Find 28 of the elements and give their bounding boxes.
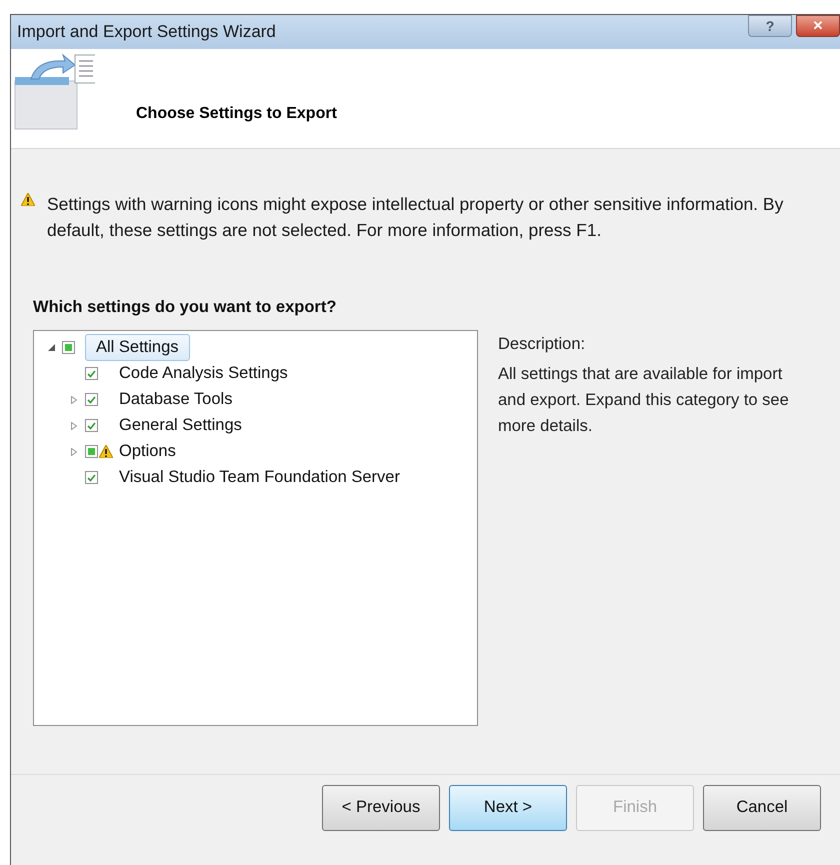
warning-message: Settings with warning icons might expose intellectual property or other sensitive information. By default, these settings are not selected. For more information, press F1.: [47, 193, 784, 242]
expand-arrow-icon[interactable]: [71, 396, 77, 404]
question-label: Which settings do you want to export?: [33, 297, 338, 318]
tree-item[interactable]: Visual Studio Team Foundation Server: [108, 464, 411, 492]
tree-item[interactable]: General Settings: [108, 412, 253, 440]
window-title: Import and Export Settings Wizard: [17, 21, 277, 44]
wizard-button[interactable]: Cancel: [703, 784, 821, 831]
checkbox[interactable]: [62, 341, 75, 354]
expand-arrow-icon[interactable]: [71, 448, 77, 456]
wizard-button[interactable]: Next >: [449, 784, 567, 831]
warning-icon: [21, 193, 35, 206]
checkbox[interactable]: [85, 393, 98, 406]
page-title: Choose Settings to Export: [136, 104, 337, 124]
expand-arrow-icon[interactable]: [71, 422, 77, 430]
tree-item[interactable]: Options: [108, 438, 187, 466]
wizard-button[interactable]: < Previous: [322, 784, 440, 831]
checkbox[interactable]: [85, 471, 98, 484]
help-button[interactable]: ?: [748, 15, 792, 37]
description-text: All settings that are available for import and export. Expand this category to see more details.: [498, 364, 790, 436]
checkbox[interactable]: [85, 445, 98, 458]
collapse-arrow-icon[interactable]: [48, 344, 55, 352]
checkbox[interactable]: [85, 367, 98, 380]
checkbox[interactable]: [85, 419, 98, 432]
tree-item[interactable]: Code Analysis Settings: [108, 360, 299, 388]
description-label: Description:: [498, 334, 586, 355]
tree-item[interactable]: All Settings: [85, 334, 190, 362]
tree-item[interactable]: Database Tools: [108, 386, 244, 414]
settings-tree[interactable]: All Settings Code Analysis Settings Database Tools General Settings Options Visual Studio Team Foundation Server: [33, 330, 478, 726]
